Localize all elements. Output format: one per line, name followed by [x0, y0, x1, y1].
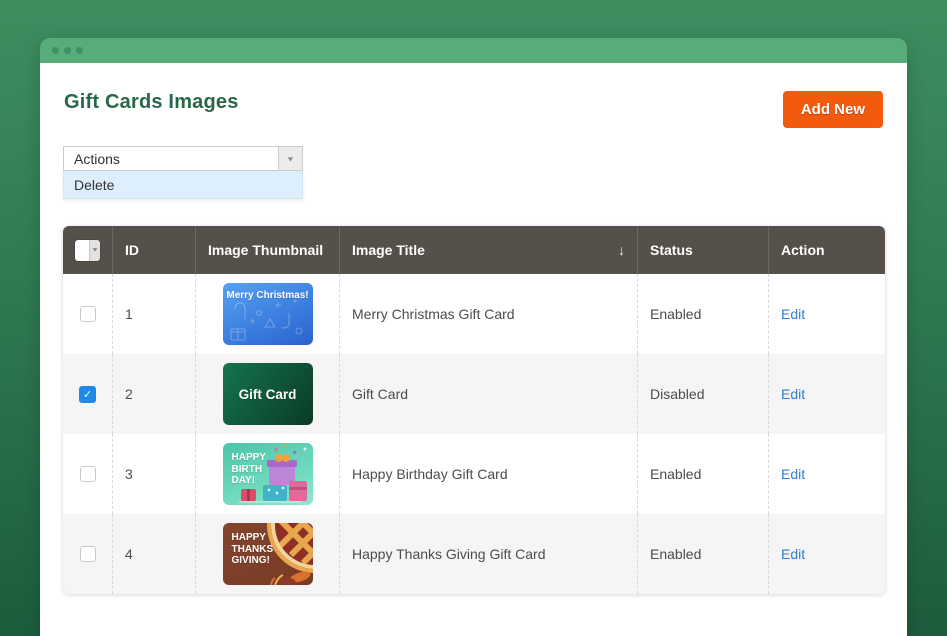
row-checkbox[interactable]: ✓: [80, 466, 96, 482]
id-cell: 3: [113, 434, 196, 514]
status-cell: Disabled: [638, 354, 769, 434]
app-window: Gift Cards Images Add New Actions ▼ Dele…: [40, 38, 907, 636]
thumbnail-caption: HAPPY BIRTH DAY!: [232, 452, 266, 487]
edit-link[interactable]: Edit: [781, 386, 805, 402]
title-cell: Happy Thanks Giving Gift Card: [340, 514, 638, 594]
id-cell: 2: [113, 354, 196, 434]
page-title: Gift Cards Images: [64, 91, 239, 114]
table-header-row: ▼ ID Image Thumbnail Image Title ↓ Statu…: [63, 226, 885, 274]
actions-dropdown-value[interactable]: Actions: [63, 146, 278, 171]
add-new-button[interactable]: Add New: [783, 91, 883, 128]
thumbnail-caption: Merry Christmas!: [223, 290, 313, 301]
desktop-background: Gift Cards Images Add New Actions ▼ Dele…: [0, 0, 947, 636]
table-row: ✓ 4: [63, 514, 885, 594]
sort-descending-icon[interactable]: ↓: [618, 242, 625, 258]
status-cell: Enabled: [638, 434, 769, 514]
row-select-cell: ✓: [63, 274, 113, 354]
thumbnail-cell: Merry Christmas!: [196, 274, 340, 354]
edit-link[interactable]: Edit: [781, 466, 805, 482]
row-select-cell: ✓: [63, 354, 113, 434]
header-label: Image Title: [352, 242, 425, 258]
title-cell: Merry Christmas Gift Card: [340, 274, 638, 354]
gift-cards-table: ▼ ID Image Thumbnail Image Title ↓ Statu…: [63, 226, 885, 594]
thumbnail-merry-christmas: Merry Christmas!: [223, 283, 313, 345]
id-cell: 1: [113, 274, 196, 354]
header-cell-status[interactable]: Status: [638, 226, 769, 274]
thumbnail-happy-thanksgiving: HAPPY THANKS GIVING!: [223, 523, 313, 585]
thumbnail-cell: Gift Card: [196, 354, 340, 434]
actions-dropdown[interactable]: Actions ▼: [63, 146, 303, 171]
thumbnail-caption: HAPPY THANKS GIVING!: [232, 532, 274, 567]
actions-dropdown-menu: Delete: [63, 171, 303, 199]
id-cell: 4: [113, 514, 196, 594]
header-cell-image-title[interactable]: Image Title ↓: [340, 226, 638, 274]
select-all-control[interactable]: ▼: [75, 240, 100, 261]
thumbnail-happy-birthday: HAPPY BIRTH DAY!: [223, 443, 313, 505]
title-cell: Gift Card: [340, 354, 638, 434]
status-cell: Enabled: [638, 274, 769, 354]
title-cell: Happy Birthday Gift Card: [340, 434, 638, 514]
window-titlebar: [40, 38, 907, 63]
thumbnail-caption: Gift Card: [223, 363, 313, 425]
window-control-dot[interactable]: [76, 47, 83, 54]
select-all-checkbox[interactable]: [75, 240, 89, 261]
header-cell-action[interactable]: Action: [769, 226, 885, 274]
row-select-cell: ✓: [63, 514, 113, 594]
menu-item-delete[interactable]: Delete: [64, 171, 302, 198]
table-row: ✓ 2 Gift Card Gift Card Disabled Edit: [63, 354, 885, 434]
table-row: ✓ 1: [63, 274, 885, 354]
edit-link[interactable]: Edit: [781, 546, 805, 562]
row-select-cell: ✓: [63, 434, 113, 514]
header-cell-image-thumbnail[interactable]: Image Thumbnail: [196, 226, 340, 274]
table-row: ✓ 3: [63, 434, 885, 514]
thumbnail-cell: HAPPY THANKS GIVING!: [196, 514, 340, 594]
check-icon: ✓: [83, 388, 92, 401]
row-checkbox[interactable]: ✓: [80, 546, 96, 562]
header-cell-select: ▼: [63, 226, 113, 274]
chevron-down-icon: ▼: [91, 247, 99, 253]
window-content: Gift Cards Images Add New Actions ▼ Dele…: [40, 63, 907, 636]
row-checkbox-checked[interactable]: ✓: [79, 386, 96, 403]
edit-link[interactable]: Edit: [781, 306, 805, 322]
select-all-caret[interactable]: ▼: [89, 240, 100, 261]
dropdown-caret-button[interactable]: ▼: [278, 146, 303, 171]
header-cell-id[interactable]: ID: [113, 226, 196, 274]
status-cell: Enabled: [638, 514, 769, 594]
chevron-down-icon: ▼: [286, 155, 295, 163]
window-control-dot[interactable]: [52, 47, 59, 54]
thumbnail-gift-card: Gift Card: [223, 363, 313, 425]
row-checkbox[interactable]: ✓: [80, 306, 96, 322]
window-control-dot[interactable]: [64, 47, 71, 54]
thumbnail-cell: HAPPY BIRTH DAY!: [196, 434, 340, 514]
